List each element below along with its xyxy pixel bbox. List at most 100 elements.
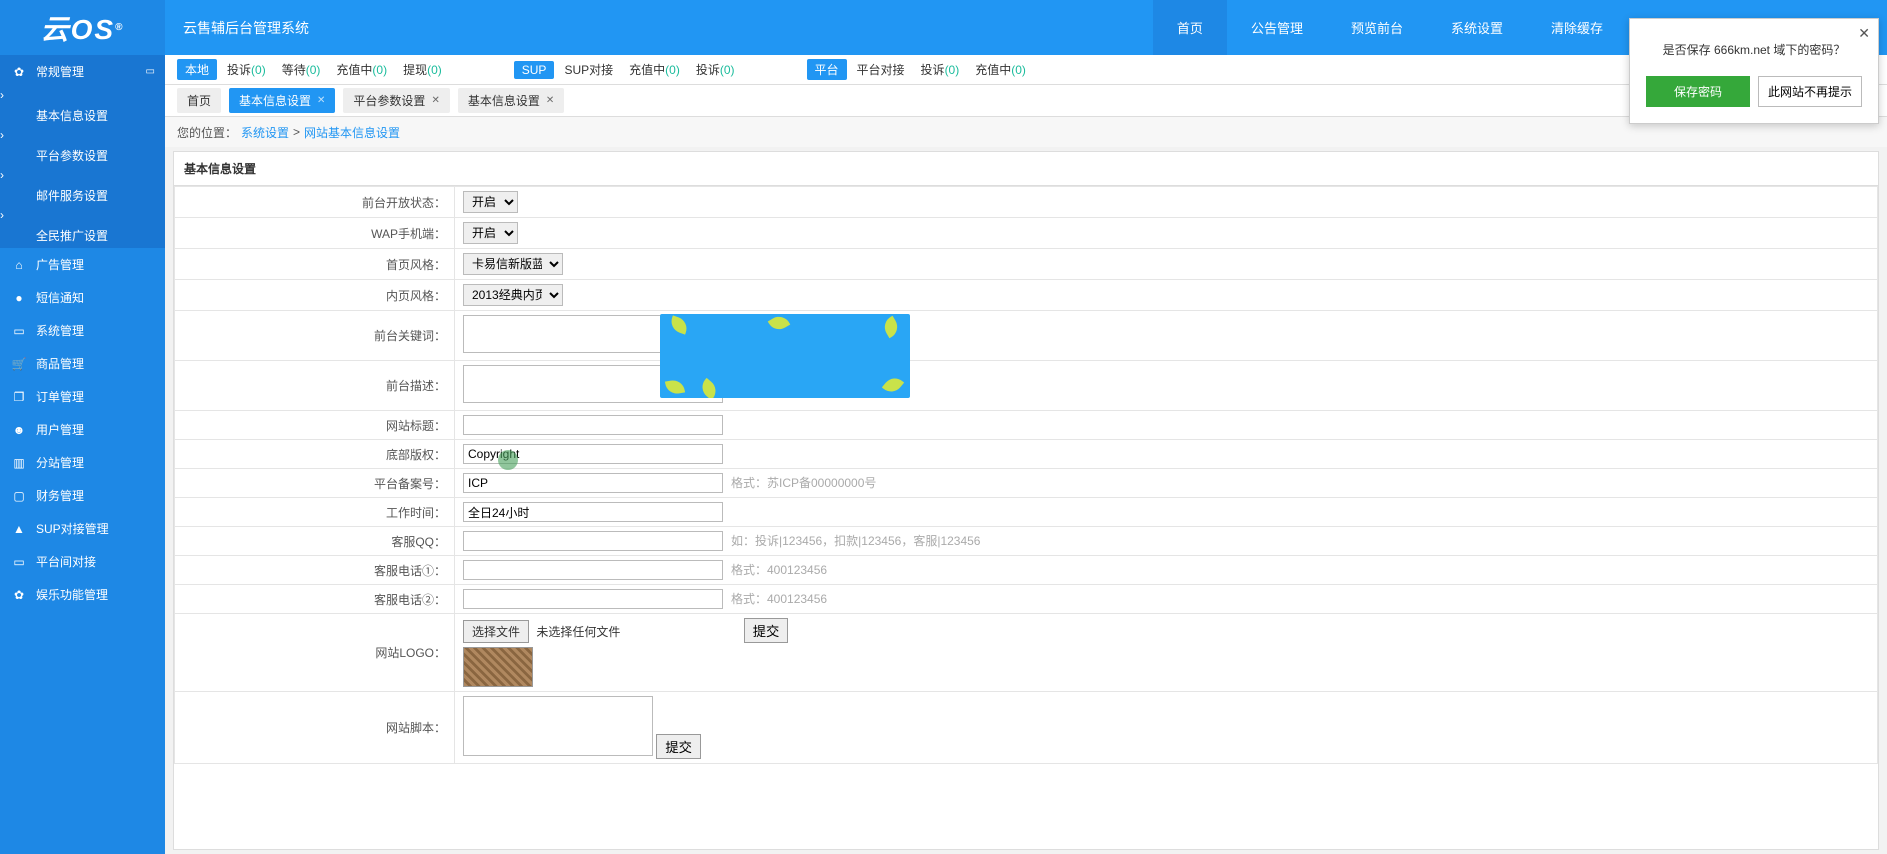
status-local-recharge[interactable]: 充值中(0) [336, 61, 387, 78]
input-qq[interactable] [463, 531, 723, 551]
input-tel2[interactable] [463, 589, 723, 609]
sub-nav: ›基本信息设置 ›平台参数设置 ›邮件服务设置 ›全民推广设置 [0, 88, 165, 248]
status-badge-sup: SUP [514, 61, 555, 79]
textarea-keywords[interactable] [463, 315, 723, 353]
status-local-complaint[interactable]: 投诉(0) [227, 61, 266, 78]
nav-item-general[interactable]: ✿ 常规管理 ▭ [0, 55, 165, 88]
game-icon: ✿ [12, 588, 26, 602]
status-badge-local: 本地 [177, 59, 217, 80]
input-icp[interactable] [463, 473, 723, 493]
status-badge-platform: 平台 [807, 59, 847, 80]
copy-icon: ❐ [12, 390, 26, 404]
app-title: 云售辅后台管理系统 [165, 18, 309, 38]
settings-panel: 基本信息设置 前台开放状态： 开启 WAP手机端： 开启 首页风格： 卡易信新版… [173, 151, 1879, 850]
sub-item-promo[interactable]: 全民推广设置 [0, 222, 165, 248]
never-save-button[interactable]: 此网站不再提示 [1758, 76, 1862, 107]
select-open-state[interactable]: 开启 [463, 191, 518, 213]
breadcrumb-system[interactable]: 系统设置 [241, 124, 289, 141]
topnav-clearcache[interactable]: 清除缓存 [1527, 0, 1627, 55]
label-inner-style: 内页风格： [175, 280, 455, 311]
logo-submit-button[interactable]: 提交 [744, 618, 789, 643]
label-keywords: 前台关键词： [175, 311, 455, 361]
close-icon[interactable]: ✕ [1858, 25, 1870, 42]
nav-item-entertainment[interactable]: ✿娱乐功能管理 [0, 578, 165, 611]
collapse-icon: ▭ [146, 66, 155, 77]
shop-icon: ⌂ [12, 258, 26, 272]
logo: 云OS® [0, 0, 165, 55]
textarea-desc[interactable] [463, 365, 723, 403]
close-icon[interactable]: ✕ [431, 95, 439, 106]
status-plat-link[interactable]: 平台对接 [857, 61, 905, 78]
input-copyright[interactable] [463, 444, 723, 464]
main: 云售辅后台管理系统 首页 公告管理 预览前台 系统设置 清除缓存 本地 投诉(0… [165, 0, 1887, 854]
status-plat-complaint[interactable]: 投诉(0) [921, 61, 960, 78]
status-sup-recharge[interactable]: 充值中(0) [629, 61, 680, 78]
logo-sup: ® [115, 22, 124, 33]
nav-label: 常规管理 [36, 63, 84, 80]
label-tel2: 客服电话②： [175, 585, 455, 614]
script-submit-button[interactable]: 提交 [656, 734, 701, 759]
nav-item-system[interactable]: ▭系统管理 [0, 314, 165, 347]
label-open-state: 前台开放状态： [175, 187, 455, 218]
select-home-style[interactable]: 卡易信新版蓝色 [463, 253, 563, 275]
nav-item-sup[interactable]: ▲SUP对接管理 [0, 512, 165, 545]
hint-qq: 如：投诉|123456，扣款|123456，客服|123456 [731, 534, 980, 548]
status-sup-link[interactable]: SUP对接 [564, 61, 613, 78]
nav-item-substation[interactable]: ▥分站管理 [0, 446, 165, 479]
select-wap[interactable]: 开启 [463, 222, 518, 244]
label-script: 网站脚本： [175, 692, 455, 764]
input-worktime[interactable] [463, 502, 723, 522]
nav-item-platform-link[interactable]: ▭平台间对接 [0, 545, 165, 578]
tab-home[interactable]: 首页 [177, 88, 221, 113]
sub-item-basic[interactable]: 基本信息设置 [0, 102, 165, 128]
sub-item-mail[interactable]: 邮件服务设置 [0, 182, 165, 208]
tab-basic-2[interactable]: 基本信息设置✕ [458, 88, 564, 113]
select-inner-style[interactable]: 2013经典内页 [463, 284, 563, 306]
breadcrumb-basic[interactable]: 网站基本信息设置 [304, 124, 400, 141]
hint-tel1: 格式：400123456 [731, 563, 827, 577]
input-site-title[interactable] [463, 415, 723, 435]
cart-icon: 🛒 [12, 357, 26, 371]
nav-item-sms[interactable]: ●短信通知 [0, 281, 165, 314]
nav-item-finance[interactable]: ▢财务管理 [0, 479, 165, 512]
topnav-announce[interactable]: 公告管理 [1227, 0, 1327, 55]
label-wap: WAP手机端： [175, 218, 455, 249]
file-choose-button[interactable]: 选择文件 [463, 620, 529, 643]
nav-item-users[interactable]: ☻用户管理 [0, 413, 165, 446]
plug-icon: ▲ [12, 522, 26, 536]
nav-item-orders[interactable]: ❐订单管理 [0, 380, 165, 413]
sidebar: 云OS® ✿ 常规管理 ▭ ›基本信息设置 ›平台参数设置 ›邮件服务设置 ›全… [0, 0, 165, 854]
label-site-title: 网站标题： [175, 411, 455, 440]
link-icon: ▭ [12, 555, 26, 569]
logo-text: 云OS [41, 8, 115, 48]
close-icon[interactable]: ✕ [546, 95, 554, 106]
close-icon[interactable]: ✕ [317, 95, 325, 106]
label-logo: 网站LOGO： [175, 614, 455, 692]
label-desc: 前台描述： [175, 361, 455, 411]
status-local-wait[interactable]: 等待(0) [282, 61, 321, 78]
monitor-icon: ▭ [12, 324, 26, 338]
topnav-preview[interactable]: 预览前台 [1327, 0, 1427, 55]
topnav-home[interactable]: 首页 [1153, 0, 1227, 55]
label-qq: 客服QQ： [175, 527, 455, 556]
logo-preview [463, 647, 533, 687]
wallet-icon: ▢ [12, 489, 26, 503]
tab-platform[interactable]: 平台参数设置✕ [343, 88, 449, 113]
status-sup-complaint[interactable]: 投诉(0) [696, 61, 735, 78]
label-icp: 平台备案号： [175, 469, 455, 498]
topnav-settings[interactable]: 系统设置 [1427, 0, 1527, 55]
sub-item-platform[interactable]: 平台参数设置 [0, 142, 165, 168]
status-local-withdraw[interactable]: 提现(0) [403, 61, 442, 78]
input-tel1[interactable] [463, 560, 723, 580]
save-password-button[interactable]: 保存密码 [1646, 76, 1750, 107]
nav-item-goods[interactable]: 🛒商品管理 [0, 347, 165, 380]
gear-icon: ✿ [12, 65, 26, 79]
popup-message: 是否保存 666km.net 域下的密码？ [1646, 41, 1862, 58]
label-worktime: 工作时间： [175, 498, 455, 527]
bell-icon: ● [12, 291, 26, 305]
nav-item-ads[interactable]: ⌂广告管理 [0, 248, 165, 281]
status-plat-recharge[interactable]: 充值中(0) [975, 61, 1026, 78]
label-copyright: 底部版权： [175, 440, 455, 469]
textarea-script[interactable] [463, 696, 653, 756]
tab-basic-1[interactable]: 基本信息设置✕ [229, 88, 335, 113]
